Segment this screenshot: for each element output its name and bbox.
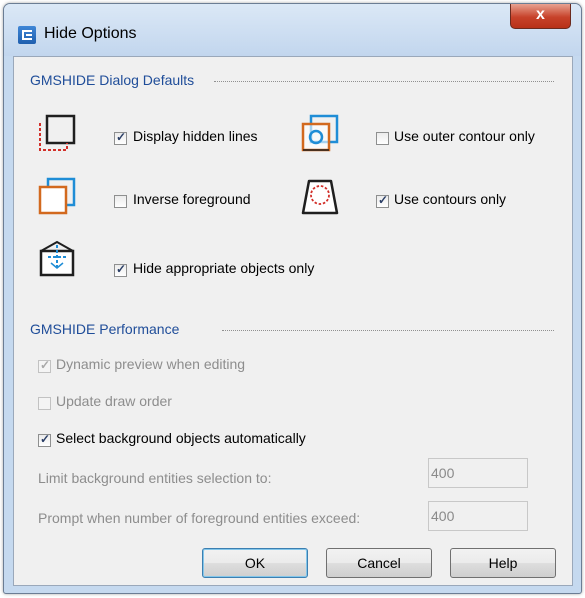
hide-appropriate-objects-label: Hide appropriate objects only: [133, 260, 315, 276]
title-bar[interactable]: Hide Options x: [4, 4, 581, 56]
outer-contour-label: Use outer contour only: [394, 128, 535, 144]
hide-appropriate-objects-icon: [39, 240, 75, 277]
hide-options-dialog: Hide Options x GMSHIDE Dialog Defaults D…: [3, 3, 582, 594]
prompt-foreground-input[interactable]: 400: [428, 501, 528, 531]
close-button[interactable]: x: [510, 4, 571, 29]
performance-group-divider: [222, 330, 554, 331]
app-logo-icon: [18, 26, 36, 44]
inverse-foreground-icon: [38, 177, 76, 215]
select-background-checkbox[interactable]: [38, 432, 51, 447]
defaults-group-divider: [214, 81, 554, 82]
limit-background-label: Limit background entities selection to:: [38, 470, 272, 486]
contours-only-label: Use contours only: [394, 191, 507, 207]
outer-contour-icon: [301, 114, 339, 152]
prompt-foreground-label: Prompt when number of foreground entitie…: [38, 510, 361, 526]
dynamic-preview-checkbox[interactable]: [38, 358, 51, 373]
performance-group-title: GMSHIDE Performance: [30, 321, 180, 337]
display-hidden-lines-checkbox[interactable]: [114, 130, 127, 145]
contours-only-icon: [301, 179, 339, 215]
ok-button[interactable]: OK: [202, 548, 308, 578]
inverse-foreground-checkbox[interactable]: [114, 195, 127, 208]
dialog-body: GMSHIDE Dialog Defaults Display hidden l…: [13, 56, 573, 586]
select-background-label: Select background objects automatically: [56, 430, 306, 446]
help-button[interactable]: Help: [450, 548, 556, 578]
display-hidden-lines-label: Display hidden lines: [133, 128, 258, 144]
display-hidden-lines-icon: [39, 114, 76, 151]
contours-only-checkbox[interactable]: [376, 193, 389, 208]
update-draw-order-label: Update draw order: [56, 393, 172, 409]
outer-contour-checkbox[interactable]: [376, 132, 389, 145]
inverse-foreground-label: Inverse foreground: [133, 191, 251, 207]
hide-appropriate-objects-checkbox[interactable]: [114, 262, 127, 277]
dynamic-preview-label: Dynamic preview when editing: [56, 356, 246, 372]
window-title: Hide Options: [44, 25, 137, 42]
defaults-group-title: GMSHIDE Dialog Defaults: [30, 72, 195, 88]
cancel-button[interactable]: Cancel: [326, 548, 432, 578]
limit-background-input[interactable]: 400: [428, 458, 528, 488]
update-draw-order-checkbox[interactable]: [38, 397, 51, 410]
